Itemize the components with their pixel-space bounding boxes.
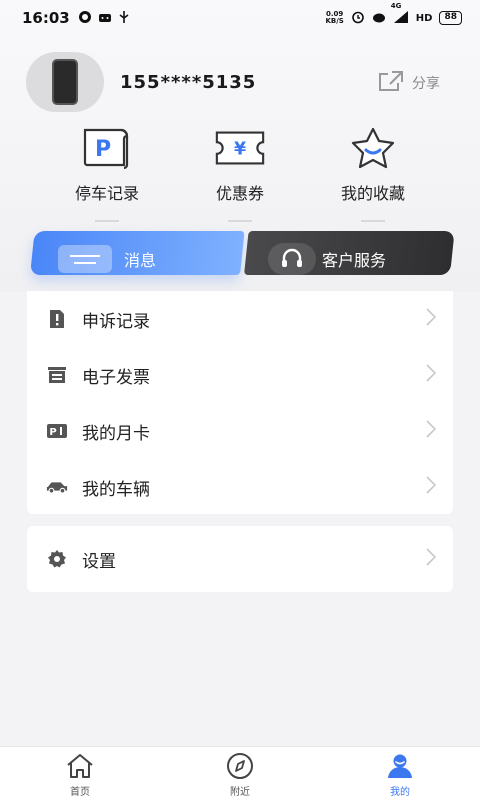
star-icon: [346, 126, 400, 170]
network-type: 4G: [390, 1, 402, 10]
qq-icon: [78, 10, 92, 27]
battery-indicator: 88: [439, 11, 462, 25]
divider: [361, 220, 385, 222]
avatar[interactable]: [26, 52, 104, 112]
hd-badge: HD: [415, 12, 433, 24]
svg-text:¥: ¥: [234, 140, 246, 160]
user-phone-number: 155****5135: [120, 72, 257, 93]
nav-label: 附近: [230, 787, 250, 798]
net-speed: 0.09 KB/S: [325, 11, 343, 25]
chevron-right-icon: [425, 363, 437, 387]
nav-label: 首页: [70, 787, 90, 798]
compass-icon: [224, 751, 256, 781]
bird-icon: [372, 10, 386, 27]
gear-icon: [46, 549, 68, 569]
headset-icon: [268, 243, 316, 275]
customer-service-label: 客户服务: [322, 251, 387, 270]
settings-label: 设置: [82, 551, 116, 572]
nav-home[interactable]: 首页: [40, 751, 120, 798]
message-icon: [58, 245, 112, 273]
status-time: 16:03: [22, 9, 70, 27]
quick-action-favorites[interactable]: 我的收藏: [313, 126, 433, 222]
message-button-content[interactable]: 消息: [58, 245, 156, 273]
share-label: 分享: [412, 76, 440, 92]
usb-icon: [118, 10, 130, 27]
menu-item-settings[interactable]: 设置: [27, 531, 453, 587]
android-icon: [98, 10, 112, 27]
message-label: 消息: [124, 251, 157, 270]
menu-item-complaint-records[interactable]: 申诉记录: [27, 291, 453, 347]
quick-action-parking-records[interactable]: P 停车记录: [47, 126, 167, 222]
share-button[interactable]: 分享: [378, 70, 440, 96]
menu-card: 申诉记录 电子发票 P 我的月卡 我的车辆: [27, 291, 453, 514]
menu-item-label: 电子发票: [82, 367, 150, 388]
complaint-icon: [46, 309, 68, 329]
monthly-card-icon: P: [46, 423, 68, 439]
car-icon: [46, 480, 68, 494]
phone-avatar-icon: [52, 59, 78, 105]
invoice-icon: [46, 366, 68, 384]
share-icon: [378, 70, 404, 96]
profile-icon: [384, 751, 416, 781]
menu-item-my-vehicles[interactable]: 我的车辆: [27, 459, 453, 515]
divider: [228, 220, 252, 222]
home-icon: [64, 751, 96, 781]
alarm-icon: [351, 10, 365, 27]
menu-item-label: 我的月卡: [82, 423, 150, 444]
status-bar: 16:03 0.09 KB/S 4G HD 88: [0, 0, 480, 36]
nav-profile[interactable]: 我的: [360, 751, 440, 798]
svg-text:P: P: [95, 137, 111, 162]
divider: [95, 220, 119, 222]
svg-text:P: P: [49, 427, 56, 438]
quick-action-label: 优惠券: [215, 184, 264, 203]
customer-service-button-content[interactable]: 客户服务: [268, 243, 386, 275]
bottom-navigation: 首页 附近 我的: [0, 746, 480, 800]
menu-item-label: 我的车辆: [82, 479, 150, 500]
parking-receipt-icon: P: [80, 126, 134, 170]
net-speed-unit: KB/S: [325, 17, 344, 25]
nav-nearby[interactable]: 附近: [200, 751, 280, 798]
quick-action-label: 停车记录: [74, 184, 139, 203]
menu-item-e-invoice[interactable]: 电子发票: [27, 347, 453, 403]
quick-action-coupons[interactable]: ¥ 优惠券: [180, 126, 300, 222]
menu-item-label: 申诉记录: [82, 311, 150, 332]
settings-card: 设置: [27, 526, 453, 592]
chevron-right-icon: [425, 307, 437, 331]
coupon-icon: ¥: [213, 126, 267, 170]
quick-action-label: 我的收藏: [340, 184, 405, 203]
chevron-right-icon: [425, 475, 437, 499]
chevron-right-icon: [425, 547, 437, 571]
chevron-right-icon: [425, 419, 437, 443]
nav-label: 我的: [390, 787, 410, 798]
signal-icon: 4G: [391, 2, 409, 27]
menu-item-monthly-card[interactable]: P 我的月卡: [27, 403, 453, 459]
